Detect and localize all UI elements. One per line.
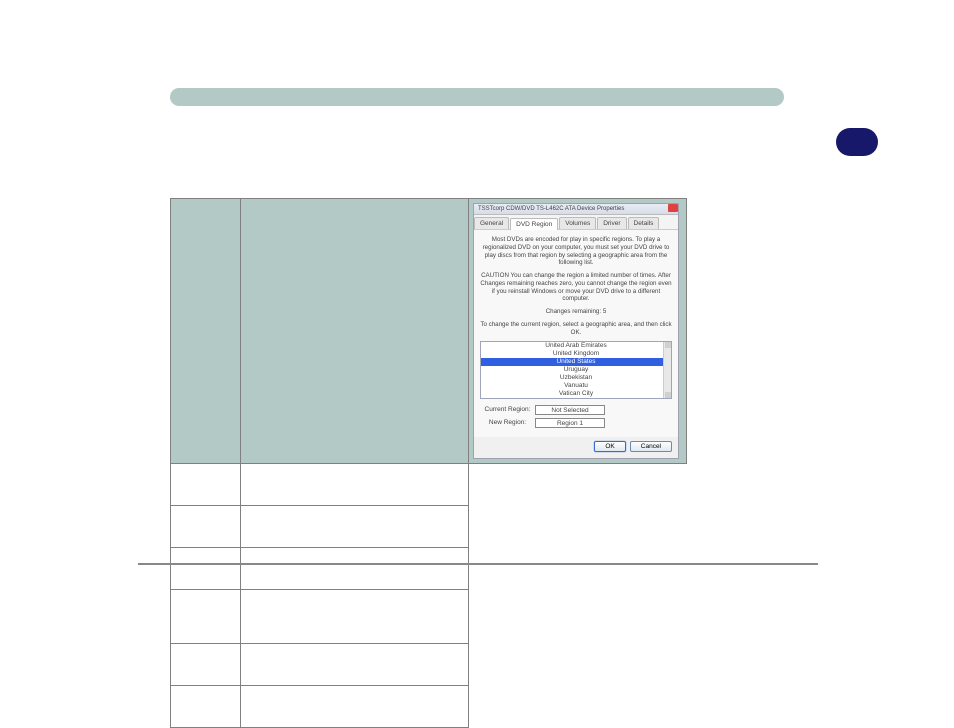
window-buttons [667, 204, 678, 214]
table-row [171, 590, 687, 644]
instruction-paragraph: To change the current region, select a g… [480, 321, 672, 337]
side-tab-pill [836, 128, 878, 156]
scrollbar[interactable] [663, 342, 671, 398]
info-paragraph-1: Most DVDs are encoded for play in specif… [480, 236, 672, 267]
tab-general[interactable]: General [474, 217, 509, 229]
changes-remaining: Changes remaining: 5 [480, 308, 672, 316]
dvd-region-dialog: TSSTcorp CDW/DVD TS-L462C ATA Device Pro… [473, 203, 679, 459]
ok-button[interactable]: OK [594, 441, 625, 452]
tab-strip: General DVD Region Volumes Driver Detail… [474, 215, 678, 230]
table-row [171, 548, 687, 590]
tab-dvd-region[interactable]: DVD Region [510, 218, 558, 230]
list-item[interactable]: Vatican City [481, 390, 671, 398]
region-header [171, 199, 241, 464]
dialog-titlebar[interactable]: TSSTcorp CDW/DVD TS-L462C ATA Device Pro… [474, 204, 678, 215]
dialog-button-row: OK Cancel [474, 437, 678, 458]
list-item[interactable]: United Kingdom [481, 350, 671, 358]
region-listbox[interactable]: United Arab Emirates United Kingdom Unit… [480, 341, 672, 399]
caution-paragraph: CAUTION You can change the region a limi… [480, 272, 672, 303]
close-icon[interactable] [668, 204, 678, 212]
tab-volumes[interactable]: Volumes [559, 217, 596, 229]
current-region-value: Not Selected [535, 405, 605, 415]
region-table: TSSTcorp CDW/DVD TS-L462C ATA Device Pro… [170, 198, 687, 728]
footer-divider [138, 563, 818, 565]
tab-driver[interactable]: Driver [597, 217, 626, 229]
table-row [171, 506, 687, 548]
dialog-container-cell: TSSTcorp CDW/DVD TS-L462C ATA Device Pro… [469, 199, 687, 464]
list-item[interactable]: United Arab Emirates [481, 342, 671, 350]
tab-body: Most DVDs are encoded for play in specif… [474, 230, 678, 437]
dialog-title-text: TSSTcorp CDW/DVD TS-L462C ATA Device Pro… [478, 204, 624, 214]
current-region-row: Current Region: Not Selected [480, 405, 672, 415]
geo-header [241, 199, 469, 464]
header-pill [170, 88, 784, 106]
cancel-button[interactable]: Cancel [630, 441, 672, 452]
new-region-row: New Region: Region 1 [480, 418, 672, 428]
table-row [171, 464, 687, 506]
list-item-selected[interactable]: United States [481, 358, 671, 366]
list-item[interactable]: Uruguay [481, 366, 671, 374]
list-item[interactable]: Uzbekistan [481, 374, 671, 382]
table-row [171, 644, 687, 686]
current-region-label: Current Region: [480, 406, 535, 414]
new-region-label: New Region: [480, 419, 535, 427]
list-item[interactable]: Vanuatu [481, 382, 671, 390]
new-region-value: Region 1 [535, 418, 605, 428]
tab-details[interactable]: Details [628, 217, 660, 229]
table-row [171, 686, 687, 728]
